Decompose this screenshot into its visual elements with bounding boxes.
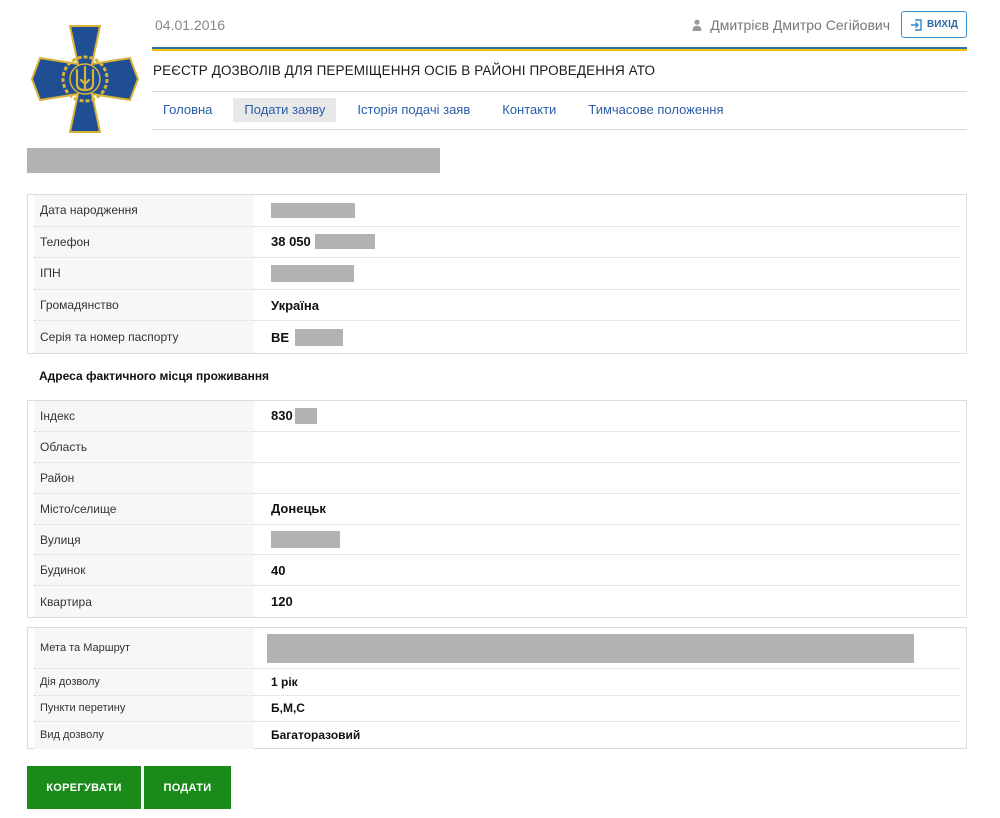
birth-date-label: Дата народження (34, 195, 254, 226)
table-row: Вулиця (34, 524, 960, 556)
edit-button[interactable]: КОРЕГУВАТИ (27, 766, 141, 809)
redacted-value (294, 407, 317, 424)
city-label: Місто/селище (34, 493, 254, 524)
apartment-label: Квартира (34, 586, 254, 618)
nav-item-home[interactable]: Головна (152, 98, 223, 122)
citizenship-value: Україна (271, 297, 320, 313)
main-nav: Головна Подати заяву Історія подачі заяв… (152, 98, 745, 123)
crossings-value: Б,М,С (271, 701, 305, 716)
logout-icon (911, 18, 922, 31)
user-info: Дмитрієв Дмитро Сегійович (692, 17, 890, 33)
route-value (254, 633, 960, 663)
index-label: Індекс (34, 401, 254, 431)
route-label: Мета та Маршрут (34, 628, 254, 668)
duration-label: Дія дозволу (34, 669, 254, 695)
table-row: Дія дозволу 1 рік (34, 669, 960, 696)
passport-value: ВЕ (254, 328, 960, 346)
user-icon (692, 19, 702, 31)
table-row: Дата народження (34, 195, 960, 227)
table-row: Квартира 120 (34, 586, 960, 618)
redacted-value (271, 202, 355, 218)
citizenship-label: Громадянство (34, 289, 254, 321)
region-label: Область (34, 431, 254, 462)
cross-emblem-icon (30, 25, 140, 133)
passport-series: ВЕ (271, 329, 290, 345)
user-name: Дмитрієв Дмитро Сегійович (710, 17, 890, 33)
house-label: Будинок (34, 555, 254, 586)
logout-label: ВИХІД (927, 19, 958, 30)
index-prefix: 830 (271, 408, 293, 424)
birth-date-value (254, 202, 960, 218)
table-row: Громадянство Україна (34, 289, 960, 322)
divider (152, 129, 967, 130)
redacted-value (271, 264, 354, 282)
table-row: Вид дозволу Багаторазовий (34, 722, 960, 749)
table-row: Пункти перетину Б,М,С (34, 695, 960, 722)
flag-divider (152, 47, 967, 51)
current-date: 04.01.2016 (155, 17, 226, 33)
logout-button[interactable]: ВИХІД (901, 11, 967, 38)
table-row: Місто/селище Донецьк (34, 493, 960, 525)
table-row: Будинок 40 (34, 555, 960, 587)
nav-item-application-history[interactable]: Історія подачі заяв (346, 98, 481, 122)
permit-type-value: Багаторазовий (271, 728, 361, 743)
nav-item-contacts[interactable]: Контакти (491, 98, 567, 122)
redacted-value (314, 234, 375, 250)
redacted-value (267, 633, 914, 663)
redacted-value (271, 531, 340, 548)
apartment-value: 120 (271, 594, 293, 610)
divider (152, 91, 967, 92)
inn-value (254, 264, 960, 282)
table-row: Телефон 38 050 (34, 226, 960, 259)
table-row: ІПН (34, 258, 960, 290)
street-value (254, 531, 960, 548)
table-row: Серія та номер паспорту ВЕ (34, 321, 960, 353)
house-value: 40 (271, 562, 286, 578)
permit-table: Мета та Маршрут Дія дозволу 1 рік Пункти… (27, 627, 967, 749)
emblem-logo (30, 24, 140, 134)
nav-item-submit-application[interactable]: Подати заяву (233, 98, 337, 122)
city-value: Донецьк (271, 501, 326, 517)
phone-value: 38 050 (254, 234, 960, 250)
phone-label: Телефон (34, 226, 254, 258)
redacted-full-name (27, 148, 440, 173)
permit-type-label: Вид дозволу (34, 722, 254, 749)
table-row: Індекс 830 (34, 401, 960, 432)
duration-value: 1 рік (271, 674, 298, 689)
district-label: Район (34, 462, 254, 493)
street-label: Вулиця (34, 524, 254, 555)
redacted-value (295, 328, 344, 346)
table-row: Область (34, 431, 960, 463)
nav-item-temporary-regulation[interactable]: Тимчасове положення (577, 98, 734, 122)
phone-prefix: 38 050 (271, 234, 311, 250)
table-row: Район (34, 462, 960, 494)
site-title: РЕЄСТР ДОЗВОЛІВ ДЛЯ ПЕРЕМІЩЕННЯ ОСІБ В Р… (153, 63, 656, 78)
address-table: Індекс 830 Область Район Місто/селище До… (27, 400, 967, 618)
personal-data-table: Дата народження Телефон 38 050 ІПН Грома… (27, 194, 967, 354)
index-value: 830 (254, 407, 960, 424)
table-row: Мета та Маршрут (34, 628, 960, 669)
passport-label: Серія та номер паспорту (34, 321, 254, 353)
crossings-label: Пункти перетину (34, 695, 254, 721)
submit-button[interactable]: ПОДАТИ (144, 766, 231, 809)
address-section-heading: Адреса фактичного місця проживання (39, 369, 270, 383)
inn-label: ІПН (34, 258, 254, 289)
